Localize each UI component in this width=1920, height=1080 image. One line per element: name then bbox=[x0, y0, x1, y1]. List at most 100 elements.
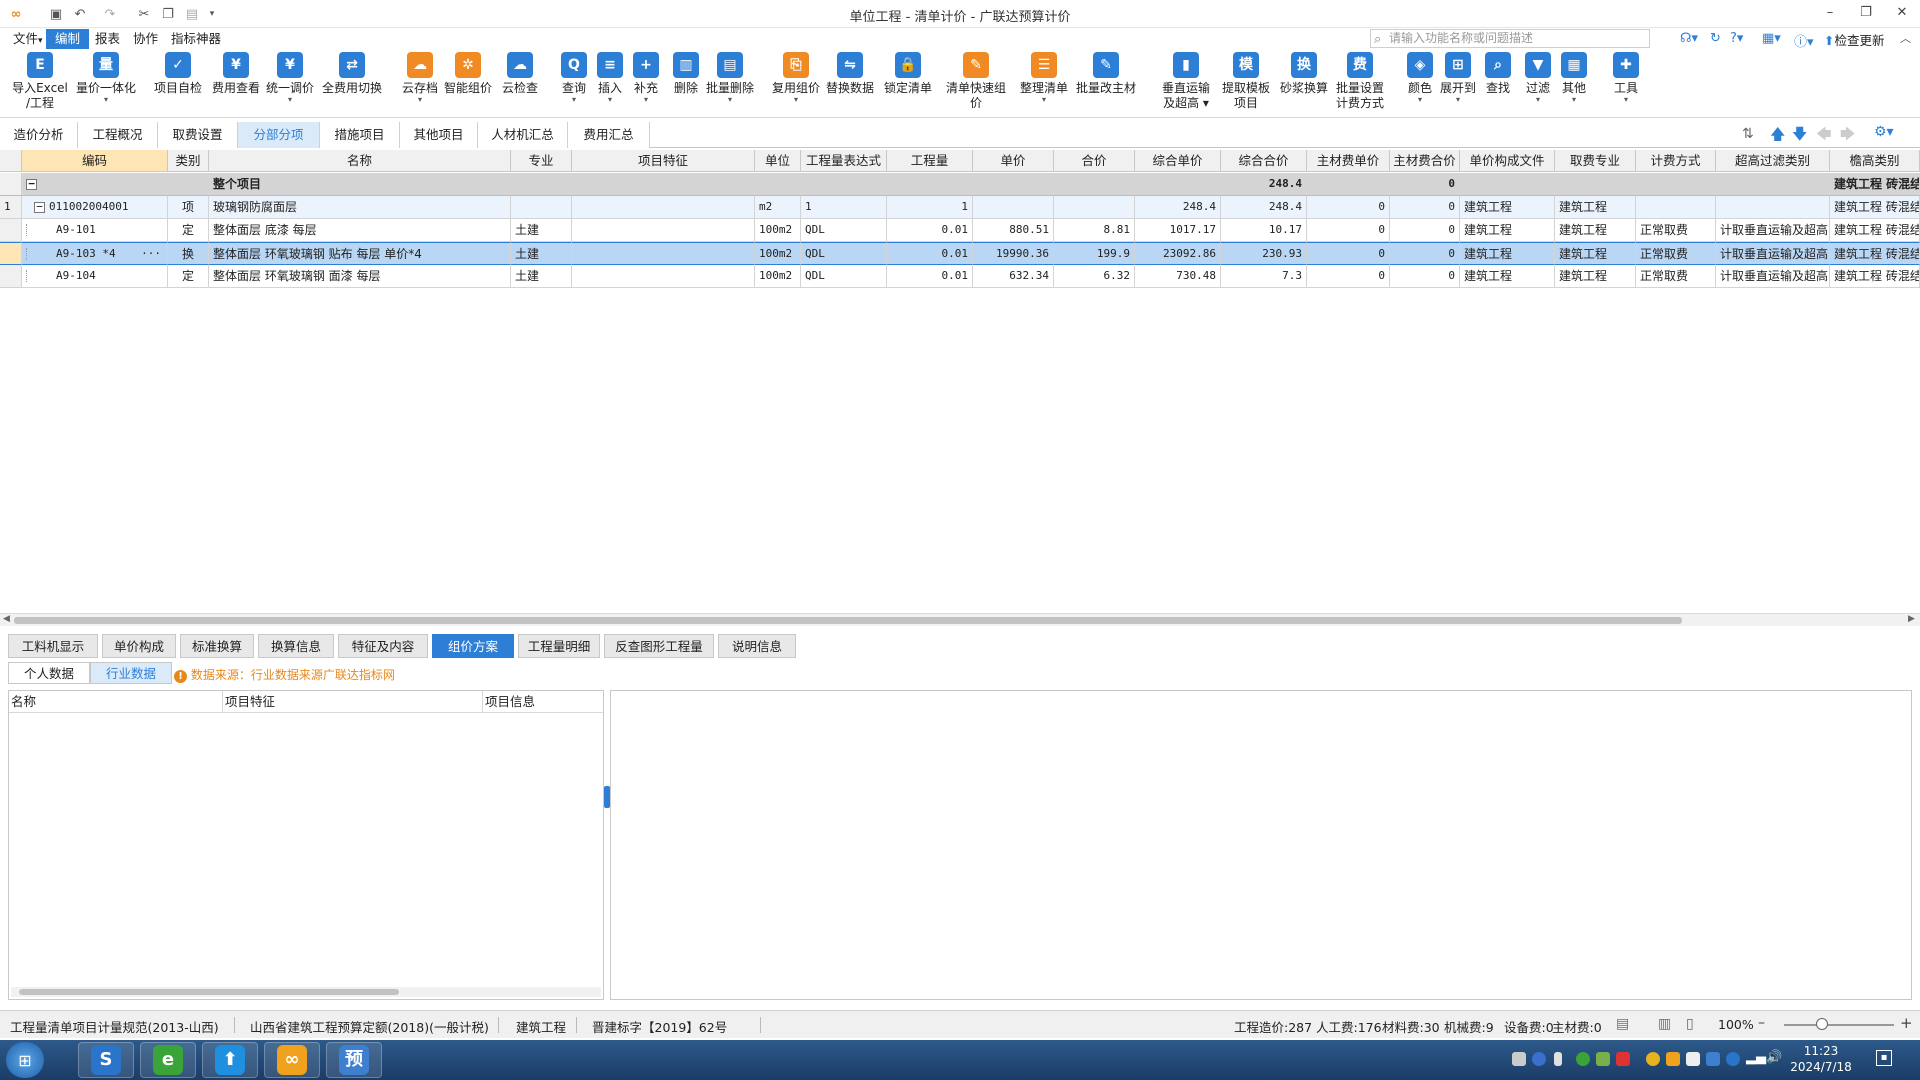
cell-mprice[interactable]: 0 bbox=[1307, 265, 1390, 288]
cell-filter[interactable] bbox=[1716, 173, 1830, 196]
scroll-right-icon[interactable]: ▶ bbox=[1908, 614, 1915, 624]
zoom-out-icon[interactable]: – bbox=[1758, 1015, 1765, 1031]
tray-yellow-icon[interactable] bbox=[1646, 1052, 1660, 1066]
cell-major[interactable]: 土建 bbox=[511, 242, 572, 265]
toolbar-button-5[interactable]: ¥ 统一调价 ▾ bbox=[258, 52, 322, 104]
move-left-icon[interactable]: 🡄 bbox=[1816, 124, 1832, 149]
move-up-icon[interactable]: 🡅 bbox=[1770, 124, 1785, 149]
col-header-feature[interactable]: 项目特征 bbox=[223, 691, 483, 713]
detail-tab-4[interactable]: 换算信息 bbox=[258, 634, 334, 658]
move-right-icon[interactable]: 🡆 bbox=[1840, 124, 1856, 149]
cell-method[interactable]: 正常取费 bbox=[1636, 219, 1716, 242]
cell-ctotal[interactable]: 248.4 bbox=[1221, 196, 1307, 219]
cell-mprice[interactable]: 0 bbox=[1307, 219, 1390, 242]
cell-expr[interactable]: QDL bbox=[801, 265, 887, 288]
cell-method[interactable] bbox=[1636, 196, 1716, 219]
table-row[interactable]: A9-103 *4 ··· 换整体面层 环氧玻璃钢 贴布 每层 单价*4 土建 100m… bbox=[0, 242, 1920, 265]
tray-arrow-icon[interactable] bbox=[1554, 1052, 1562, 1066]
toolbar-button-18[interactable]: ✎ 清单快速组价 bbox=[944, 52, 1008, 111]
layout-split-icon[interactable]: ▥ bbox=[1658, 1016, 1671, 1032]
cell-feemajor[interactable]: 建筑工程 bbox=[1555, 242, 1636, 265]
cell-mtotal[interactable]: 0 bbox=[1390, 173, 1460, 196]
cell-price[interactable]: 880.51 bbox=[973, 219, 1054, 242]
column-header-7[interactable]: 工程量表达式 bbox=[801, 150, 887, 172]
cell-name[interactable]: 整体面层 环氧玻璃钢 面漆 每层 bbox=[209, 265, 511, 288]
cell-file[interactable]: 建筑工程 bbox=[1460, 265, 1555, 288]
scroll-left-icon[interactable]: ◀ bbox=[3, 614, 10, 624]
zoom-in-icon[interactable]: + bbox=[1900, 1014, 1913, 1032]
collapse-tree-icon[interactable]: − bbox=[26, 178, 37, 190]
cell-price[interactable]: 632.34 bbox=[973, 265, 1054, 288]
minimize-button[interactable]: – bbox=[1810, 2, 1850, 24]
detail-tab-2[interactable]: 单价构成 bbox=[102, 634, 176, 658]
column-header-10[interactable]: 合价 bbox=[1054, 150, 1135, 172]
cell-type[interactable]: 定 bbox=[168, 219, 209, 242]
cell-mtotal[interactable]: 0 bbox=[1390, 196, 1460, 219]
tray-red-icon[interactable] bbox=[1616, 1052, 1630, 1066]
column-header-12[interactable]: 综合合价 bbox=[1221, 150, 1307, 172]
tray-browser-icon[interactable] bbox=[1726, 1052, 1740, 1066]
menu-item-1[interactable]: 文件▾ bbox=[4, 29, 52, 49]
cell-code[interactable]: A9-103 *4 ··· bbox=[22, 242, 168, 265]
taskbar-app-3[interactable]: ⬆ bbox=[202, 1042, 258, 1078]
cell-filter[interactable]: 计取垂直运输及超高 bbox=[1716, 265, 1830, 288]
tab-4[interactable]: 分部分项 bbox=[238, 122, 320, 148]
detail-tab-9[interactable]: 说明信息 bbox=[718, 634, 796, 658]
cell-code[interactable]: A9-101 bbox=[22, 219, 168, 242]
detail-tab-3[interactable]: 标准换算 bbox=[180, 634, 254, 658]
cell-qty[interactable]: 0.01 bbox=[887, 219, 973, 242]
cell-total[interactable]: 6.32 bbox=[1054, 265, 1135, 288]
source-tab-2[interactable]: 行业数据 bbox=[90, 662, 172, 684]
cell-qty[interactable]: 0.01 bbox=[887, 242, 973, 265]
cell-file[interactable]: 建筑工程 bbox=[1460, 196, 1555, 219]
move-down-icon[interactable]: 🡇 bbox=[1792, 124, 1807, 149]
cell-type[interactable]: 换 bbox=[168, 242, 209, 265]
cell-mtotal[interactable]: 0 bbox=[1390, 219, 1460, 242]
toolbar-button-21[interactable]: ▮ 垂直运输 及超高 ▾ bbox=[1154, 52, 1218, 111]
cell-feature[interactable] bbox=[572, 219, 755, 242]
cell-total[interactable]: 8.81 bbox=[1054, 219, 1135, 242]
taskbar-app-5[interactable]: 预 bbox=[326, 1042, 382, 1078]
tray-help-icon[interactable] bbox=[1532, 1052, 1546, 1066]
horizontal-scrollbar[interactable]: ◀ ▶ bbox=[0, 613, 1920, 626]
cell-feemajor[interactable] bbox=[1555, 173, 1636, 196]
col-header-info[interactable]: 项目信息 bbox=[483, 691, 603, 713]
cell-major[interactable] bbox=[511, 196, 572, 219]
column-header-11[interactable]: 综合单价 bbox=[1135, 150, 1221, 172]
scrollbar-thumb[interactable] bbox=[14, 617, 1682, 624]
toolbar-button-22[interactable]: 模提取模板 项目 bbox=[1214, 52, 1278, 111]
table-row[interactable]: A9-104 定整体面层 环氧玻璃钢 面漆 每层 土建 100m2 QDL 0.01 632… bbox=[0, 265, 1920, 288]
cell-type[interactable]: 项 bbox=[168, 196, 209, 219]
tab-2[interactable]: 工程概况 bbox=[78, 122, 158, 148]
cell-major[interactable]: 土建 bbox=[511, 219, 572, 242]
cell-feature[interactable] bbox=[572, 173, 755, 196]
taskbar-app-4[interactable]: ∞ bbox=[264, 1042, 320, 1078]
cell-cprice[interactable]: 23092.86 bbox=[1135, 242, 1221, 265]
cell-mtotal[interactable]: 0 bbox=[1390, 265, 1460, 288]
toolbar-button-2[interactable]: 量量价一体化 ▾ bbox=[74, 52, 138, 104]
cell-qty[interactable] bbox=[887, 173, 973, 196]
tray-network-app-icon[interactable] bbox=[1596, 1052, 1610, 1066]
column-header-19[interactable]: 檐高类别 bbox=[1830, 150, 1920, 172]
cell-total[interactable] bbox=[1054, 196, 1135, 219]
menu-item-5[interactable]: 指标神器 bbox=[162, 29, 230, 49]
signal-icon[interactable]: ▂▄ bbox=[1746, 1050, 1766, 1065]
column-header-13[interactable]: 主材费单价 bbox=[1307, 150, 1390, 172]
column-settings-icon[interactable]: ⇅ bbox=[1742, 126, 1754, 142]
table-row[interactable]: 1−011002004001 项玻璃钢防腐面层 m2 1 1 248.4 248.4 0 0 建筑… bbox=[0, 196, 1920, 219]
tray-blue-icon[interactable] bbox=[1706, 1052, 1720, 1066]
table-row[interactable]: A9-101 定整体面层 底漆 每层 土建 100m2 QDL 0.01 880.51 8.8… bbox=[0, 219, 1920, 242]
menu-item-4[interactable]: 协作 bbox=[124, 29, 167, 49]
detail-tab-7[interactable]: 工程量明细 bbox=[518, 634, 600, 658]
column-header-5[interactable]: 项目特征 bbox=[572, 150, 755, 172]
cell-mprice[interactable]: 0 bbox=[1307, 242, 1390, 265]
column-header-4[interactable]: 专业 bbox=[511, 150, 572, 172]
more-options-icon[interactable]: ··· bbox=[141, 243, 161, 264]
cell-file[interactable]: 建筑工程 bbox=[1460, 242, 1555, 265]
cell-filter[interactable]: 计取垂直运输及超高 bbox=[1716, 242, 1830, 265]
cell-eave[interactable]: 建筑工程 砖混结构 bbox=[1830, 242, 1920, 265]
help-icon[interactable]: ?▾ bbox=[1730, 31, 1743, 46]
cell-total[interactable] bbox=[1054, 173, 1135, 196]
column-header-8[interactable]: 工程量 bbox=[887, 150, 973, 172]
toolbar-button-23[interactable]: 换砂浆换算 bbox=[1272, 52, 1336, 96]
